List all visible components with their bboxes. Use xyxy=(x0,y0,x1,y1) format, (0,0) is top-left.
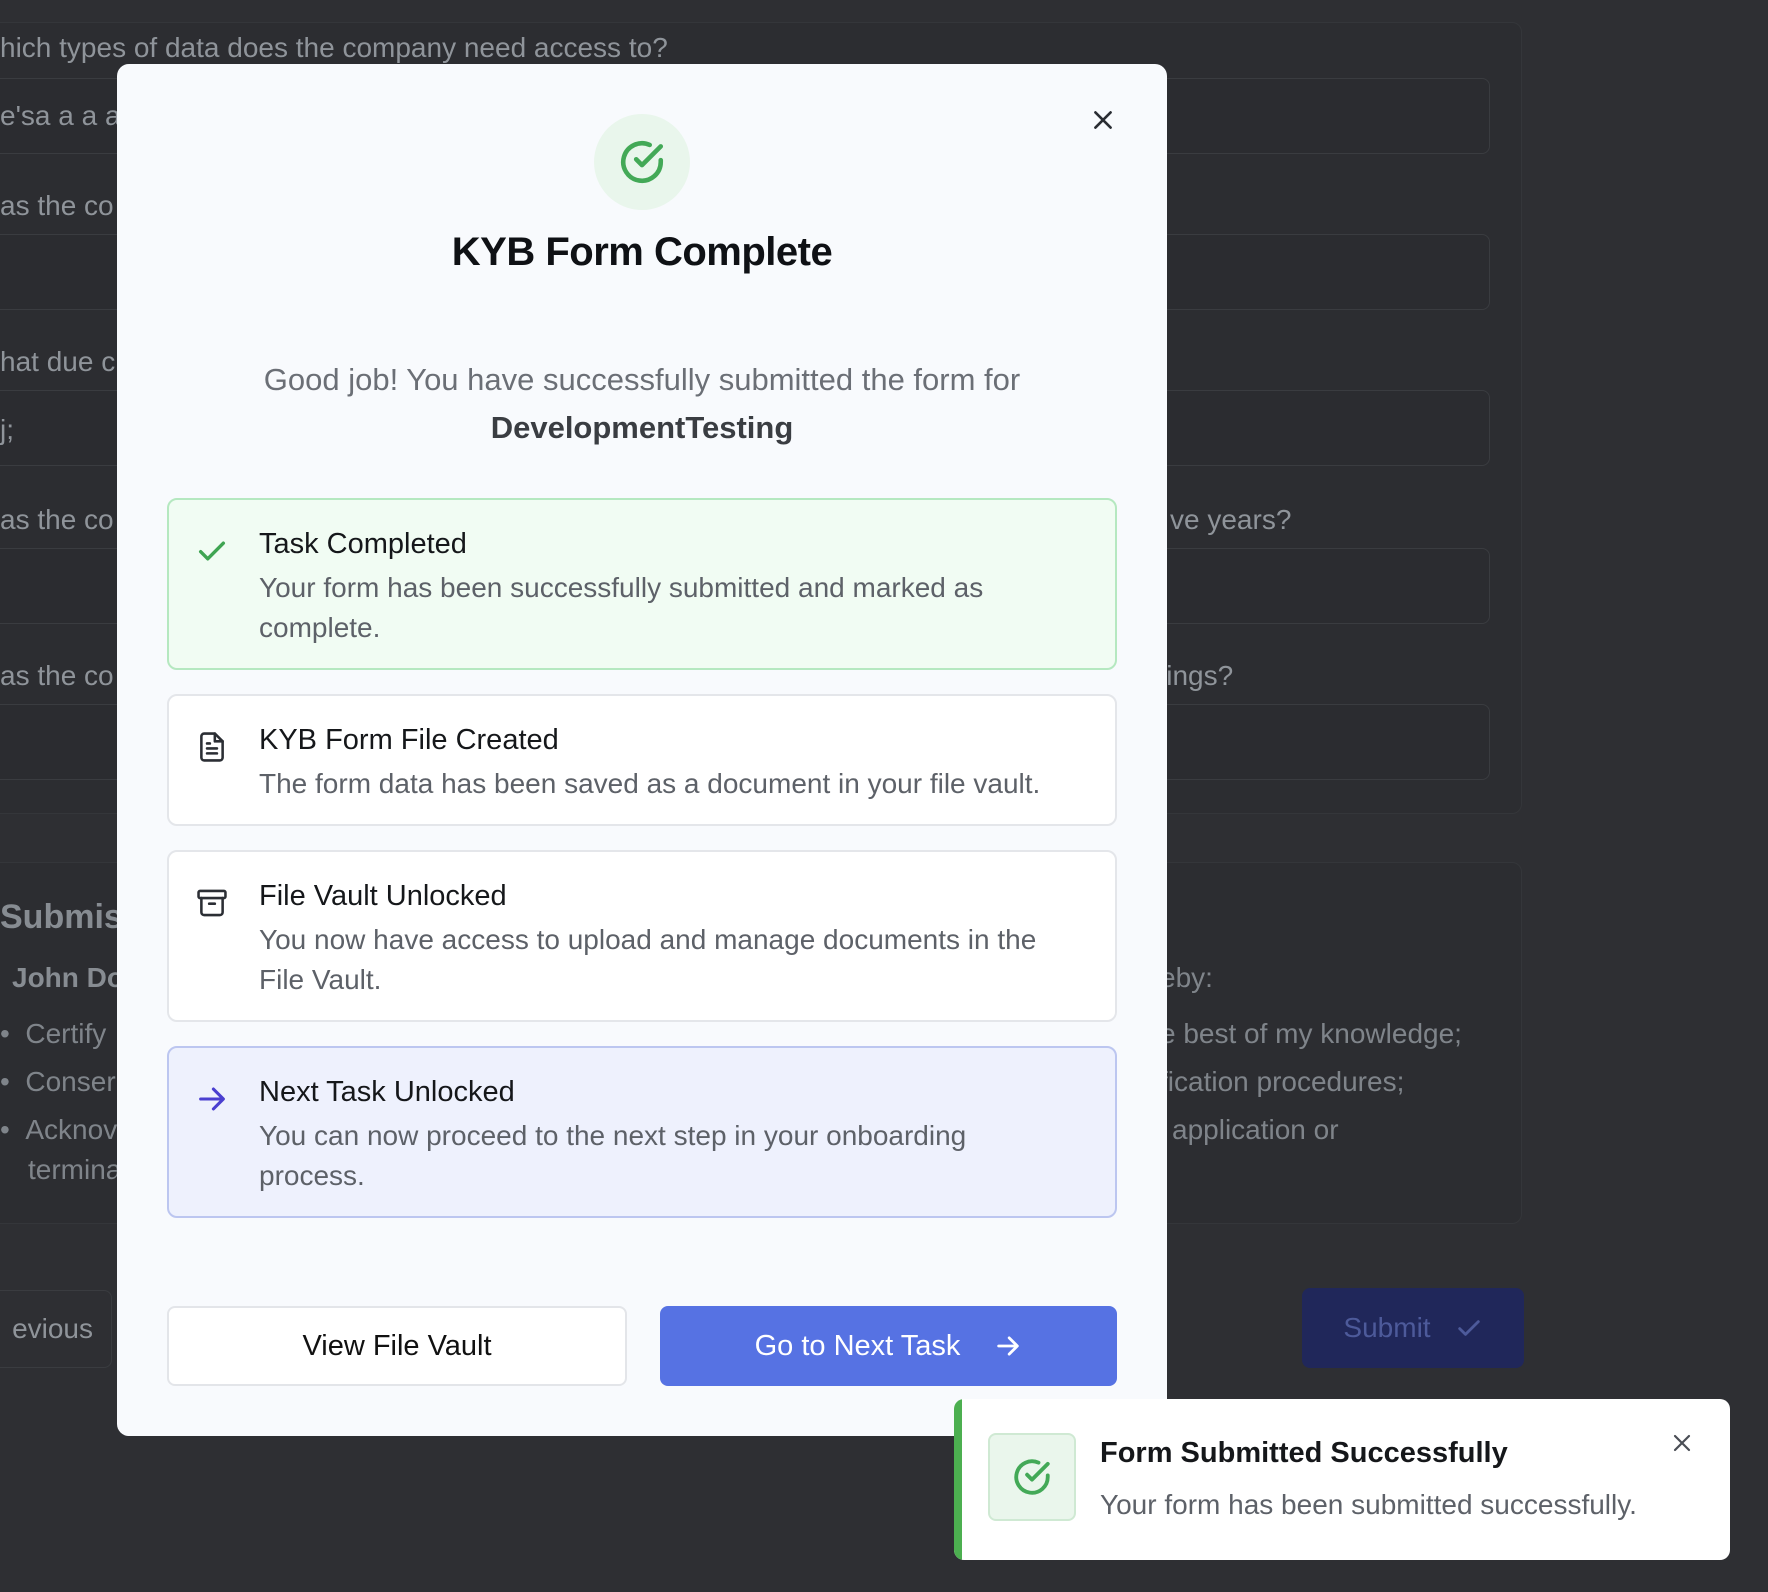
question-label: hat due c xyxy=(0,346,116,377)
step-title: Next Task Unlocked xyxy=(259,1076,515,1108)
list-item-continued: application or xyxy=(1172,1114,1339,1145)
toast-icon xyxy=(988,1433,1076,1521)
description-text: Good job! You have successfully submitte… xyxy=(263,362,1021,397)
go-to-next-task-button[interactable]: Go to Next Task xyxy=(660,1306,1117,1386)
step-title: KYB Form File Created xyxy=(259,724,559,756)
arrow-right-icon xyxy=(195,1082,229,1116)
close-icon xyxy=(1094,111,1112,129)
question-label-continued: lings? xyxy=(1160,660,1234,691)
archive-icon xyxy=(195,886,229,920)
close-icon xyxy=(1673,1434,1691,1452)
signer-text: eby: xyxy=(1160,962,1213,993)
check-circle-icon xyxy=(621,140,664,184)
button-label: Go to Next Task xyxy=(754,1329,961,1362)
step-vault-unlocked: File Vault Unlocked You now have access … xyxy=(167,850,1117,1022)
question-label: as the co xyxy=(0,504,114,535)
dialog-description: Good job! You have successfully submitte… xyxy=(117,356,1167,452)
list-item-continued: e best of my knowledge; xyxy=(1160,1018,1462,1049)
kyb-complete-dialog: KYB Form Complete Good job! You have suc… xyxy=(117,64,1167,1436)
answer-value: e'sa a a a xyxy=(0,100,121,131)
step-title: File Vault Unlocked xyxy=(259,880,507,912)
answer-value: j; xyxy=(0,414,14,445)
question-label: as the co xyxy=(0,660,114,691)
list-item: • Acknov xyxy=(0,1114,118,1145)
success-toast: Form Submitted Successfully Your form ha… xyxy=(954,1399,1730,1560)
check-icon xyxy=(1457,1320,1480,1336)
step-description: Your form has been successfully submitte… xyxy=(259,572,984,643)
submit-button[interactable]: Submit xyxy=(1302,1288,1524,1368)
arrow-right-icon xyxy=(997,1336,1020,1356)
list-item: • Certify xyxy=(0,1018,107,1049)
step-file-created: KYB Form File Created The form data has … xyxy=(167,694,1117,826)
signer-name: John Do xyxy=(12,962,124,993)
step-title: Task Completed xyxy=(259,528,467,560)
check-circle-icon xyxy=(1014,1459,1050,1495)
step-description: You can now proceed to the next step in … xyxy=(259,1120,967,1191)
toast-accent-bar xyxy=(954,1399,962,1560)
view-file-vault-button[interactable]: View File Vault xyxy=(167,1306,627,1386)
company-name: DevelopmentTesting xyxy=(490,410,794,445)
question-label-continued: ve years? xyxy=(1170,504,1292,535)
toast-title: Form Submitted Successfully xyxy=(1100,1437,1508,1469)
toast-close-button[interactable] xyxy=(1664,1425,1700,1461)
submit-label: Submit xyxy=(1343,1312,1431,1343)
button-label: View File Vault xyxy=(302,1329,492,1362)
check-icon xyxy=(195,534,229,568)
file-text-icon xyxy=(195,730,229,764)
step-description: You now have access to upload and manage… xyxy=(259,924,1037,995)
list-item-wrap: termina xyxy=(28,1154,122,1185)
toast-message: Your form has been submitted successfull… xyxy=(1100,1489,1637,1520)
question-label: as the co xyxy=(0,190,114,221)
list-item: • Conser xyxy=(0,1066,116,1097)
step-task-completed: Task Completed Your form has been succes… xyxy=(167,498,1117,670)
step-next-task-unlocked: Next Task Unlocked You can now proceed t… xyxy=(167,1046,1117,1218)
close-button[interactable] xyxy=(1081,98,1125,142)
question-label: hich types of data does the company need… xyxy=(0,32,668,63)
dialog-title: KYB Form Complete xyxy=(451,230,833,274)
success-badge xyxy=(594,114,690,210)
previous-button[interactable]: evious xyxy=(0,1290,112,1368)
step-description: The form data has been saved as a docume… xyxy=(259,768,1041,799)
list-item-continued: fication procedures; xyxy=(1160,1066,1405,1097)
